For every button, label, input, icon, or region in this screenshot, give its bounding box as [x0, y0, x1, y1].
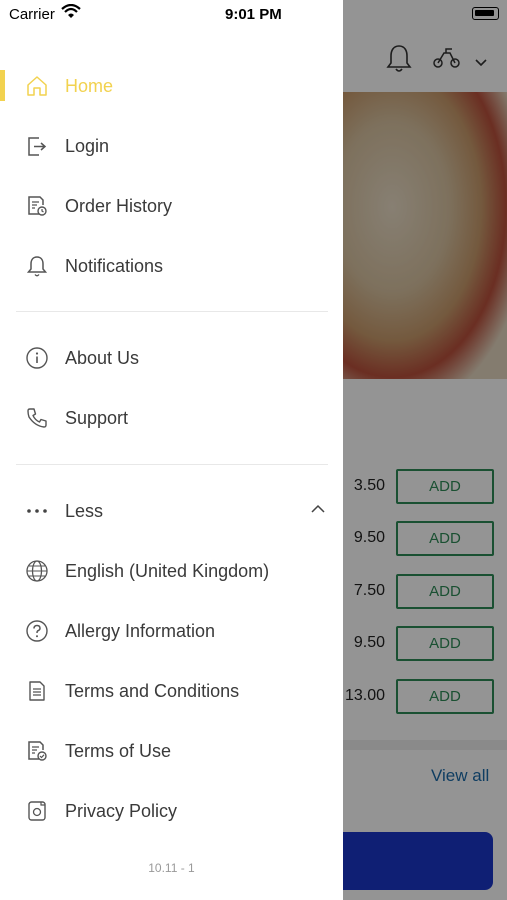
menu-label: English (United Kingdom) [65, 560, 270, 581]
menu-item-terms-and-conditions[interactable]: Terms and Conditions [0, 667, 343, 715]
bell-icon [24, 253, 50, 279]
menu-item-allergy-information[interactable]: Allergy Information [0, 607, 343, 655]
carrier-label: Carrier [9, 6, 55, 23]
login-icon [24, 133, 50, 159]
document-icon [24, 678, 50, 704]
globe-icon [24, 558, 50, 584]
menu-divider [16, 464, 328, 465]
menu-item-terms-of-use[interactable]: Terms of Use [0, 727, 343, 775]
menu-label: About Us [65, 347, 140, 368]
menu-toggle-less[interactable]: Less [0, 487, 343, 535]
menu-item-privacy-policy[interactable]: Privacy Policy [0, 787, 343, 835]
menu-item-about-us[interactable]: About Us [0, 334, 343, 382]
menu-item-order-history[interactable]: Order History [0, 182, 343, 230]
document-check-icon [24, 738, 50, 764]
drawer-scrim[interactable] [343, 0, 507, 900]
menu-label: Login [65, 135, 110, 156]
chevron-up-icon [310, 502, 326, 520]
app-version: 10.11 - 1 [148, 861, 195, 875]
menu-label: Less [65, 500, 104, 521]
phone-icon [24, 405, 50, 431]
clock: 9:01 PM [225, 6, 282, 23]
menu-label: Terms of Use [65, 740, 172, 761]
status-bar: Carrier 9:01 PM [0, 0, 343, 28]
menu-label: Privacy Policy [65, 800, 178, 821]
menu-divider [16, 311, 328, 312]
wifi-icon [61, 3, 81, 24]
menu-label: Order History [65, 195, 173, 216]
privacy-icon [24, 798, 50, 824]
home-icon [24, 73, 50, 99]
menu-label: Home [65, 75, 114, 96]
question-circle-icon [24, 618, 50, 644]
navigation-drawer: Carrier 9:01 PM Home Login Order History… [0, 0, 343, 900]
menu-label: Notifications [65, 255, 164, 276]
ellipsis-icon [24, 498, 50, 524]
menu-item-support[interactable]: Support [0, 394, 343, 442]
menu-item-home[interactable]: Home [0, 62, 343, 110]
menu-label: Support [65, 407, 129, 428]
menu-item-language[interactable]: English (United Kingdom) [0, 547, 343, 595]
menu-item-login[interactable]: Login [0, 122, 343, 170]
order-history-icon [24, 193, 50, 219]
menu-item-notifications[interactable]: Notifications [0, 242, 343, 290]
menu-label: Terms and Conditions [65, 680, 240, 701]
info-icon [24, 345, 50, 371]
menu-label: Allergy Information [65, 620, 216, 641]
